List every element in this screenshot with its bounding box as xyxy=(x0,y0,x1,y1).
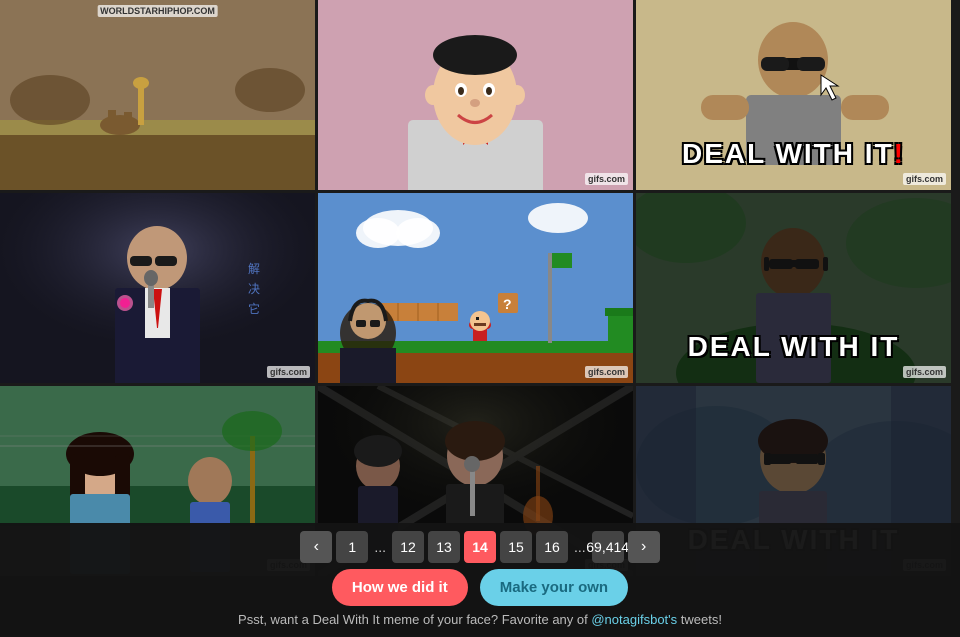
gif-cell-safari[interactable]: WORLDSTARHIPHOP.COM xyxy=(0,0,315,190)
promo-text-before: Psst, want a Deal With It meme of your f… xyxy=(238,612,588,627)
page-15-button[interactable]: 15 xyxy=(500,531,532,563)
gif-cell-singer[interactable]: 解 决 它 gifs.com xyxy=(0,193,315,383)
dots-left: ... xyxy=(372,531,388,563)
make-your-own-button[interactable]: Make your own xyxy=(480,569,628,606)
next-page-button[interactable]: › xyxy=(628,531,660,563)
page-14-button[interactable]: 14 xyxy=(464,531,496,563)
gif-cell-deal2[interactable]: DEAL WITH IT gifs.com xyxy=(636,193,951,383)
svg-text:?: ? xyxy=(503,296,512,312)
svg-text:解: 解 xyxy=(248,262,260,276)
action-buttons: How we did it Make your own xyxy=(332,569,628,606)
gif-cell-deal1[interactable]: DEAL WITH IT! gifs.com xyxy=(636,0,951,190)
promo-text: Psst, want a Deal With It meme of your f… xyxy=(238,612,722,627)
page-16-button[interactable]: 16 xyxy=(536,531,568,563)
gallery-grid: WORLDSTARHIPHOP.COM xyxy=(0,0,960,576)
page-last-button[interactable]: 69,414 xyxy=(592,531,624,563)
watermark-gifs-mario: gifs.com xyxy=(585,366,628,378)
promo-text-after: tweets! xyxy=(681,612,722,627)
watermark-gifs-singer: gifs.com xyxy=(267,366,310,378)
page-13-button[interactable]: 13 xyxy=(428,531,460,563)
prev-page-button[interactable]: ‹ xyxy=(300,531,332,563)
gif-cell-mario[interactable]: ? xyxy=(318,193,633,383)
watermark-gifs-peewee: gifs.com xyxy=(585,173,628,185)
pagination: ‹ 1 ... 12 13 14 15 16 ... 69,414 › xyxy=(300,531,659,563)
watermark-worldstar: WORLDSTARHIPHOP.COM xyxy=(97,5,218,17)
deal-text-2: DEAL WITH IT xyxy=(636,331,951,363)
page-12-button[interactable]: 12 xyxy=(392,531,424,563)
svg-text:决: 决 xyxy=(248,282,260,296)
bottom-bar: ‹ 1 ... 12 13 14 15 16 ... 69,414 › How … xyxy=(0,523,960,637)
deal-text-1: DEAL WITH IT! xyxy=(636,138,951,170)
svg-text:它: 它 xyxy=(248,301,260,316)
watermark-gifs-deal1: gifs.com xyxy=(903,173,946,185)
page-1-button[interactable]: 1 xyxy=(336,531,368,563)
gif-cell-peewee[interactable]: gifs.com xyxy=(318,0,633,190)
how-we-did-it-button[interactable]: How we did it xyxy=(332,569,468,606)
watermark-gifs-deal2: gifs.com xyxy=(903,366,946,378)
promo-link[interactable]: @notagifsbot's xyxy=(591,612,677,627)
